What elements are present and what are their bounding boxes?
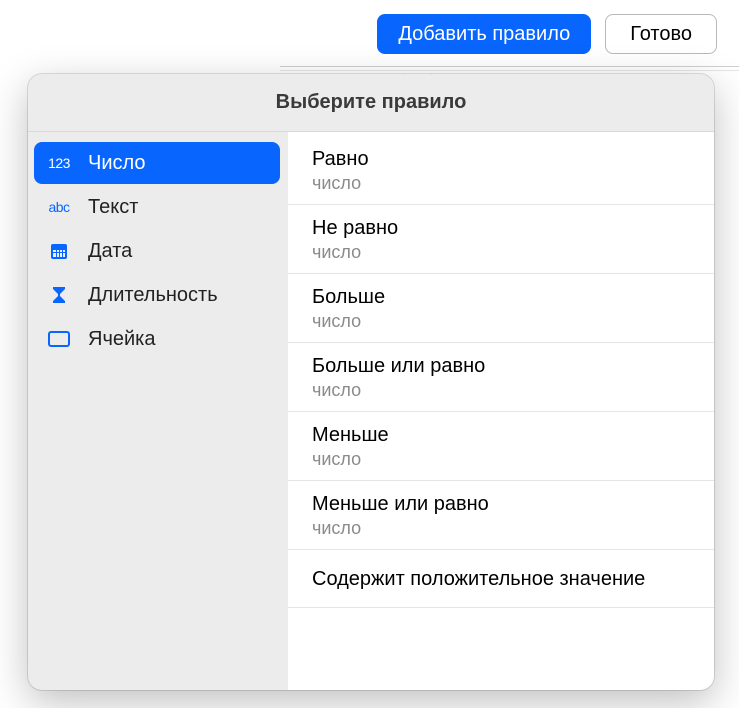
divider: [280, 66, 739, 67]
rule-title: Не равно: [312, 217, 690, 240]
sidebar-item-date[interactable]: Дата: [34, 230, 280, 272]
rule-title: Меньше или равно: [312, 493, 690, 516]
sidebar-item-text[interactable]: abc Текст: [34, 186, 280, 228]
sidebar-item-label: Ячейка: [88, 328, 155, 351]
sidebar-item-label: Дата: [88, 240, 132, 263]
rule-subtitle: число: [312, 242, 690, 263]
text-icon: abc: [44, 195, 74, 219]
rule-item-greater[interactable]: Больше число: [288, 274, 714, 343]
rule-subtitle: число: [312, 449, 690, 470]
rule-item-contains-positive[interactable]: Содержит положительное значение: [288, 550, 714, 608]
divider: [280, 70, 739, 71]
category-sidebar: 123 Число abc Текст Дата Дли: [28, 132, 288, 690]
number-icon: 123: [44, 151, 74, 175]
rule-title: Меньше: [312, 424, 690, 447]
popover-body: 123 Число abc Текст Дата Дли: [28, 132, 714, 690]
sidebar-item-label: Число: [88, 152, 146, 175]
rule-item-less-equal[interactable]: Меньше или равно число: [288, 481, 714, 550]
sidebar-item-label: Текст: [88, 196, 138, 219]
rule-title: Равно: [312, 148, 690, 171]
add-rule-button[interactable]: Добавить правило: [377, 14, 591, 54]
sidebar-item-label: Длительность: [88, 284, 218, 307]
rule-item-less[interactable]: Меньше число: [288, 412, 714, 481]
rule-title: Содержит положительное значение: [312, 568, 690, 591]
rule-subtitle: число: [312, 518, 690, 539]
cell-icon: [44, 327, 74, 351]
rule-subtitle: число: [312, 173, 690, 194]
sidebar-item-duration[interactable]: Длительность: [34, 274, 280, 316]
rule-popover: Выберите правило 123 Число abc Текст Дат…: [28, 74, 714, 690]
rule-item-greater-equal[interactable]: Больше или равно число: [288, 343, 714, 412]
popover-title: Выберите правило: [28, 74, 714, 132]
popover-arrow: [404, 74, 432, 76]
sidebar-item-cell[interactable]: Ячейка: [34, 318, 280, 360]
rule-subtitle: число: [312, 380, 690, 401]
rule-title: Больше: [312, 286, 690, 309]
rule-subtitle: число: [312, 311, 690, 332]
toolbar: Добавить правило Готово: [377, 14, 717, 54]
sidebar-item-number[interactable]: 123 Число: [34, 142, 280, 184]
rule-item-equal[interactable]: Равно число: [288, 136, 714, 205]
calendar-icon: [44, 239, 74, 263]
rules-list: Равно число Не равно число Больше число …: [288, 132, 714, 690]
rule-title: Больше или равно: [312, 355, 690, 378]
rule-item-not-equal[interactable]: Не равно число: [288, 205, 714, 274]
hourglass-icon: [44, 283, 74, 307]
done-button[interactable]: Готово: [605, 14, 717, 54]
